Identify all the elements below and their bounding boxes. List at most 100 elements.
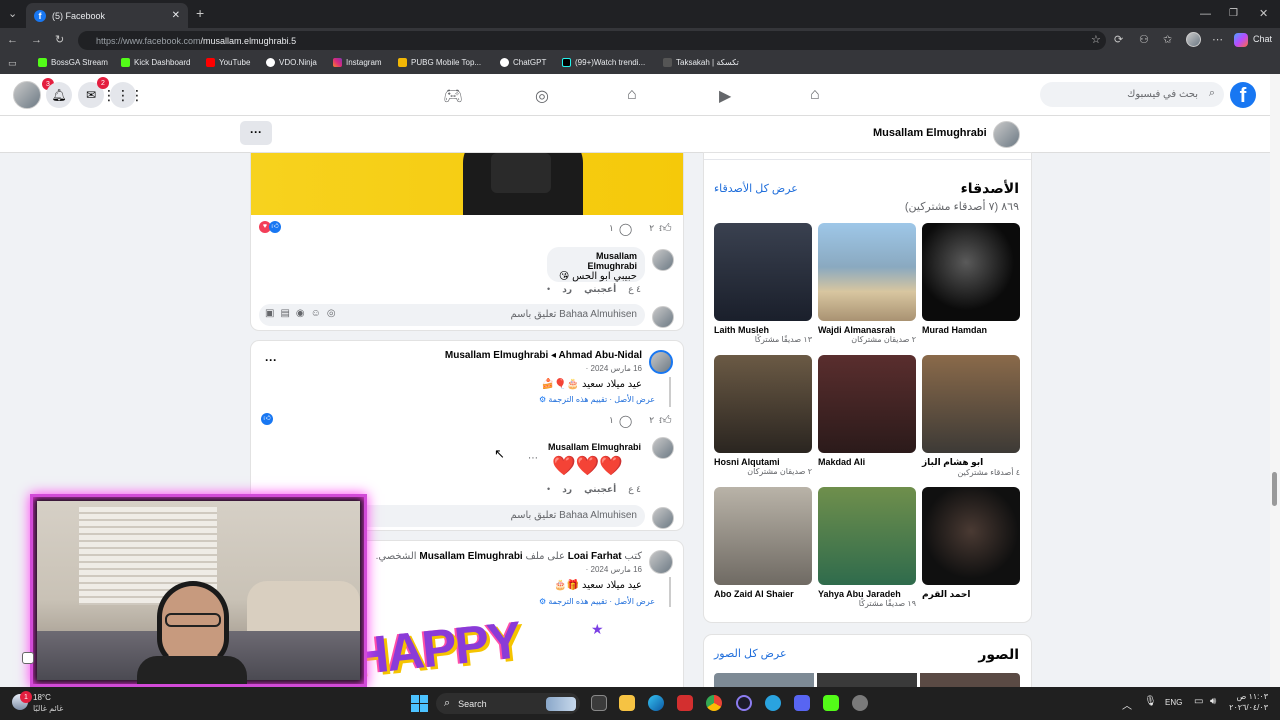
friends-title[interactable]: الأصدقاء — [961, 180, 1019, 197]
bookmarks-menu-icon[interactable]: ▭ — [8, 57, 17, 69]
friend-photo[interactable] — [714, 355, 812, 453]
comment-author[interactable]: Musallam Elmughrabi — [548, 442, 641, 452]
like-count[interactable]: ٢ — [649, 415, 654, 426]
edge-icon[interactable] — [648, 695, 664, 711]
floating-widget-icon[interactable] — [22, 652, 34, 664]
bookmark-kick[interactable]: Kick Dashboard — [121, 58, 190, 67]
post-image[interactable] — [251, 153, 683, 215]
post-header[interactable]: Musallam Elmughrabi ◂ Ahmad Abu-Nidal — [445, 350, 642, 361]
photo-thumb[interactable] — [714, 673, 814, 687]
page-scrollbar[interactable] — [1270, 74, 1280, 687]
friend-tile[interactable]: Wajdi Almanasrah ٢ صديقان مشتركان — [818, 223, 916, 344]
friend-photo[interactable] — [818, 355, 916, 453]
friend-photo[interactable] — [714, 223, 812, 321]
post-date[interactable]: 16 مارس 2024 · — [586, 565, 642, 574]
video-icon[interactable]: ▶ — [719, 86, 731, 106]
gaming-icon[interactable]: 🎮︎ — [443, 86, 463, 106]
comment-avatar[interactable] — [652, 437, 674, 459]
friend-tile[interactable]: Makdad Ali — [818, 355, 916, 467]
comment-time[interactable]: ٤ ع — [628, 484, 641, 495]
comment-like-link[interactable]: أعجبني — [584, 284, 616, 295]
menu-grid-icon[interactable]: ⋮⋮⋮ — [102, 82, 144, 108]
translation-links[interactable]: عرض الأصل · تقييم هذه الترجمة ⚙ — [539, 597, 655, 606]
tray-chevron-icon[interactable]: ︿ — [1122, 697, 1132, 712]
friend-photo[interactable] — [922, 355, 1020, 453]
happy-birthday-image[interactable]: HAPPY — [348, 610, 523, 687]
weather-icon[interactable]: 1 — [12, 691, 32, 710]
reactions[interactable]: ♥ 👍︎ — [259, 221, 281, 233]
post-author-avatar[interactable] — [649, 350, 673, 374]
microphone-icon[interactable]: 🎙︎ — [1144, 696, 1157, 707]
like-icon[interactable]: 👍︎ — [659, 221, 672, 236]
friend-tile[interactable]: Yahya Abu Jaradeh ١٩ صديقًا مشتركًا — [818, 487, 916, 608]
home-icon[interactable]: ⌂ — [810, 86, 820, 104]
profile-avatar[interactable] — [993, 121, 1020, 148]
see-all-photos-link[interactable]: عرض كل الصور — [714, 647, 787, 660]
task-view-icon[interactable] — [591, 695, 607, 711]
friend-photo[interactable] — [818, 487, 916, 585]
clock-time[interactable]: ١١:٠٣ ص — [1236, 692, 1268, 701]
post-author-avatar[interactable] — [649, 550, 673, 574]
chrome-icon[interactable] — [706, 695, 722, 711]
telegram-icon[interactable] — [765, 695, 781, 711]
comment-like-link[interactable]: أعجبني — [584, 484, 616, 495]
comment-options-icon[interactable]: ⋯ — [528, 453, 538, 464]
tab-list-icon[interactable]: ⌄ — [8, 8, 17, 20]
friend-photo[interactable] — [922, 487, 1020, 585]
new-tab-icon[interactable]: + — [196, 6, 204, 20]
comment-icon[interactable]: ◯ — [619, 222, 632, 236]
comment-reply-link[interactable]: رد — [562, 284, 572, 295]
commenter-avatar[interactable] — [652, 306, 674, 328]
friend-photo[interactable] — [714, 487, 812, 585]
weather-desc[interactable]: غائم غالبًا — [33, 704, 63, 713]
close-tab-icon[interactable]: ✕ — [172, 10, 180, 21]
url-bar[interactable]: https://www.facebook.com/musallam.elmugh… — [78, 31, 1106, 50]
facebook-logo[interactable]: f — [1230, 82, 1256, 108]
kick-app-icon[interactable] — [823, 695, 839, 711]
like-reaction-icon[interactable]: 👍︎ — [261, 413, 273, 425]
friend-tile[interactable]: Murad Hamdan — [922, 223, 1020, 335]
post-more-button[interactable]: ··· — [265, 353, 277, 367]
restore-icon[interactable]: ❐ — [1229, 8, 1238, 20]
bookmark-chatgpt[interactable]: ChatGPT — [500, 58, 546, 67]
bookmark-taksakah[interactable]: Taksakah | تكسكة — [663, 58, 739, 67]
friend-photo[interactable] — [818, 223, 916, 321]
comment-reply-link[interactable]: رد — [562, 484, 572, 495]
comment-count[interactable]: ١ — [609, 415, 614, 426]
volume-icon[interactable]: 🔊︎ — [1210, 696, 1216, 707]
comment-author[interactable]: Musallam Elmughrabi — [555, 251, 637, 271]
window-close-icon[interactable]: ✕ — [1259, 8, 1268, 20]
reload-icon[interactable]: ↻ — [55, 34, 64, 46]
settings-gear-icon[interactable] — [852, 695, 868, 711]
copilot-icon[interactable] — [1234, 33, 1248, 47]
weather-temp[interactable]: 18°C — [33, 693, 51, 702]
bookmark-tiktok[interactable]: (99+)Watch trendi... — [562, 58, 645, 67]
friend-tile[interactable]: Laith Musleh ١٣ صديقًا مشتركًا — [714, 223, 812, 344]
friend-tile[interactable]: ابو هشام الباز ٤ أصدقاء مشتركين — [922, 355, 1020, 477]
browser-menu-icon[interactable]: ⋯ — [1212, 34, 1223, 46]
scrollbar-thumb[interactable] — [1272, 472, 1277, 506]
photos-title[interactable]: الصور — [978, 646, 1019, 663]
bookmark-instagram[interactable]: Instagram — [333, 58, 382, 67]
marketplace-icon[interactable]: ⌂ — [627, 86, 637, 104]
chat-label[interactable]: Chat — [1253, 34, 1272, 44]
comment-input[interactable]: تعليق باسم Bahaa Almuhisen ▣▤◉☺◎ — [259, 304, 645, 326]
post-date[interactable]: 16 مارس 2024 · — [586, 364, 642, 373]
bookmark-youtube[interactable]: YouTube — [206, 58, 250, 67]
discord-icon[interactable] — [794, 695, 810, 711]
tab-facebook[interactable]: f (5) Facebook ✕ — [26, 3, 188, 28]
comment-time[interactable]: ٤ ع — [628, 284, 641, 295]
like-count[interactable]: ٢ — [649, 223, 654, 234]
comment-tools-icon[interactable]: ▣▤◉☺◎ — [265, 308, 342, 319]
see-all-friends-link[interactable]: عرض كل الأصدقاء — [714, 182, 798, 195]
clock-date[interactable]: ٢٠٢٦/٠٤/٠٣ — [1228, 703, 1268, 712]
comment-icon[interactable]: ◯ — [619, 414, 632, 428]
app-red-icon[interactable] — [677, 695, 693, 711]
extensions-icon[interactable]: ⚇ — [1139, 34, 1149, 46]
friend-tile[interactable]: Abo Zaid Al Shaier — [714, 487, 812, 599]
profile-more-button[interactable]: ··· — [240, 121, 272, 145]
refresh-page-icon[interactable]: ⟳ — [1114, 34, 1123, 46]
favorite-star-icon[interactable]: ☆ — [1091, 34, 1101, 46]
search-input[interactable]: بحث في فيسبوك ⌕ — [1040, 82, 1224, 107]
display-icon[interactable]: ▭ — [1194, 696, 1203, 707]
